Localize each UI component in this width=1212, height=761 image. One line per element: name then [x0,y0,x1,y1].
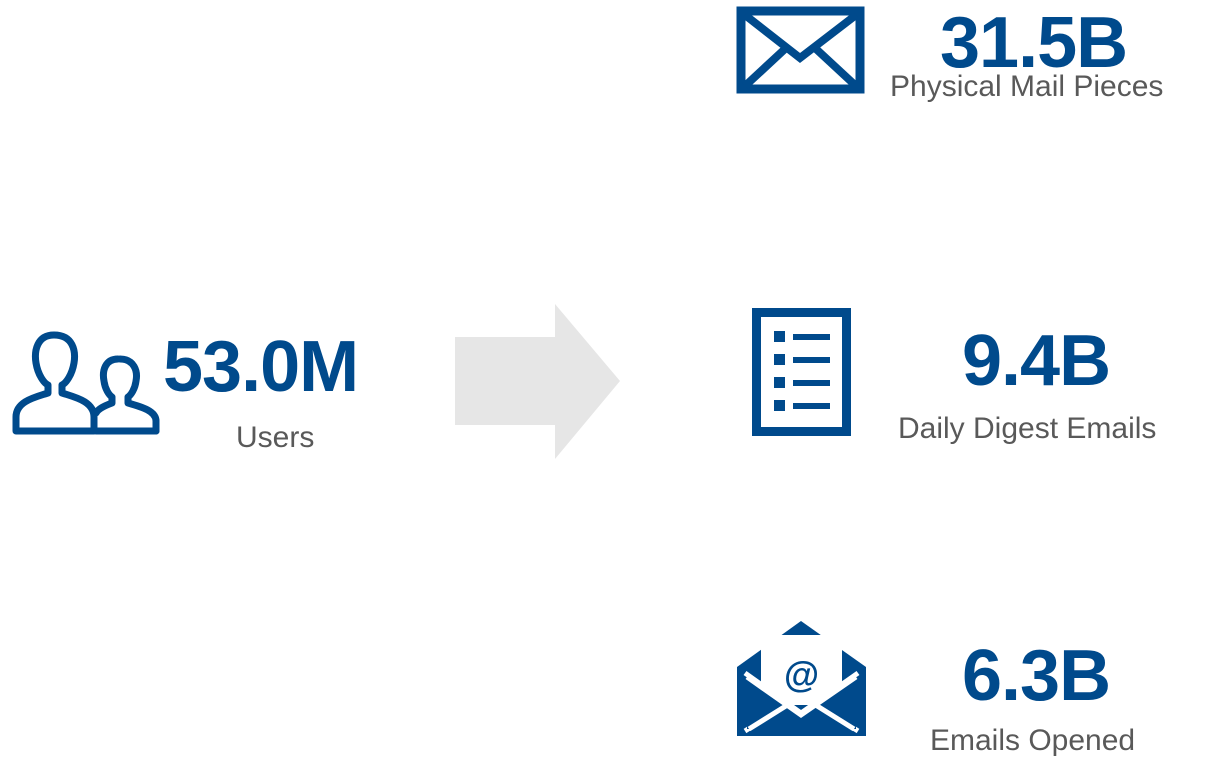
emails-opened-value: 6.3B [962,636,1111,716]
users-icon [10,325,160,437]
open-envelope-at-icon: @ [737,621,866,736]
right-arrow-icon [455,304,620,459]
users-value: 53.0M [163,327,359,407]
svg-text:@: @ [784,654,819,695]
envelope-icon [736,6,865,94]
digest-emails-label: Daily Digest Emails [898,412,1157,445]
mail-pieces-value: 31.5B [940,3,1128,83]
digest-emails-value: 9.4B [962,321,1111,401]
emails-opened-label: Emails Opened [930,724,1136,757]
mail-pieces-label: Physical Mail Pieces [890,70,1164,103]
list-document-icon [752,308,851,436]
users-label: Users [236,421,315,454]
